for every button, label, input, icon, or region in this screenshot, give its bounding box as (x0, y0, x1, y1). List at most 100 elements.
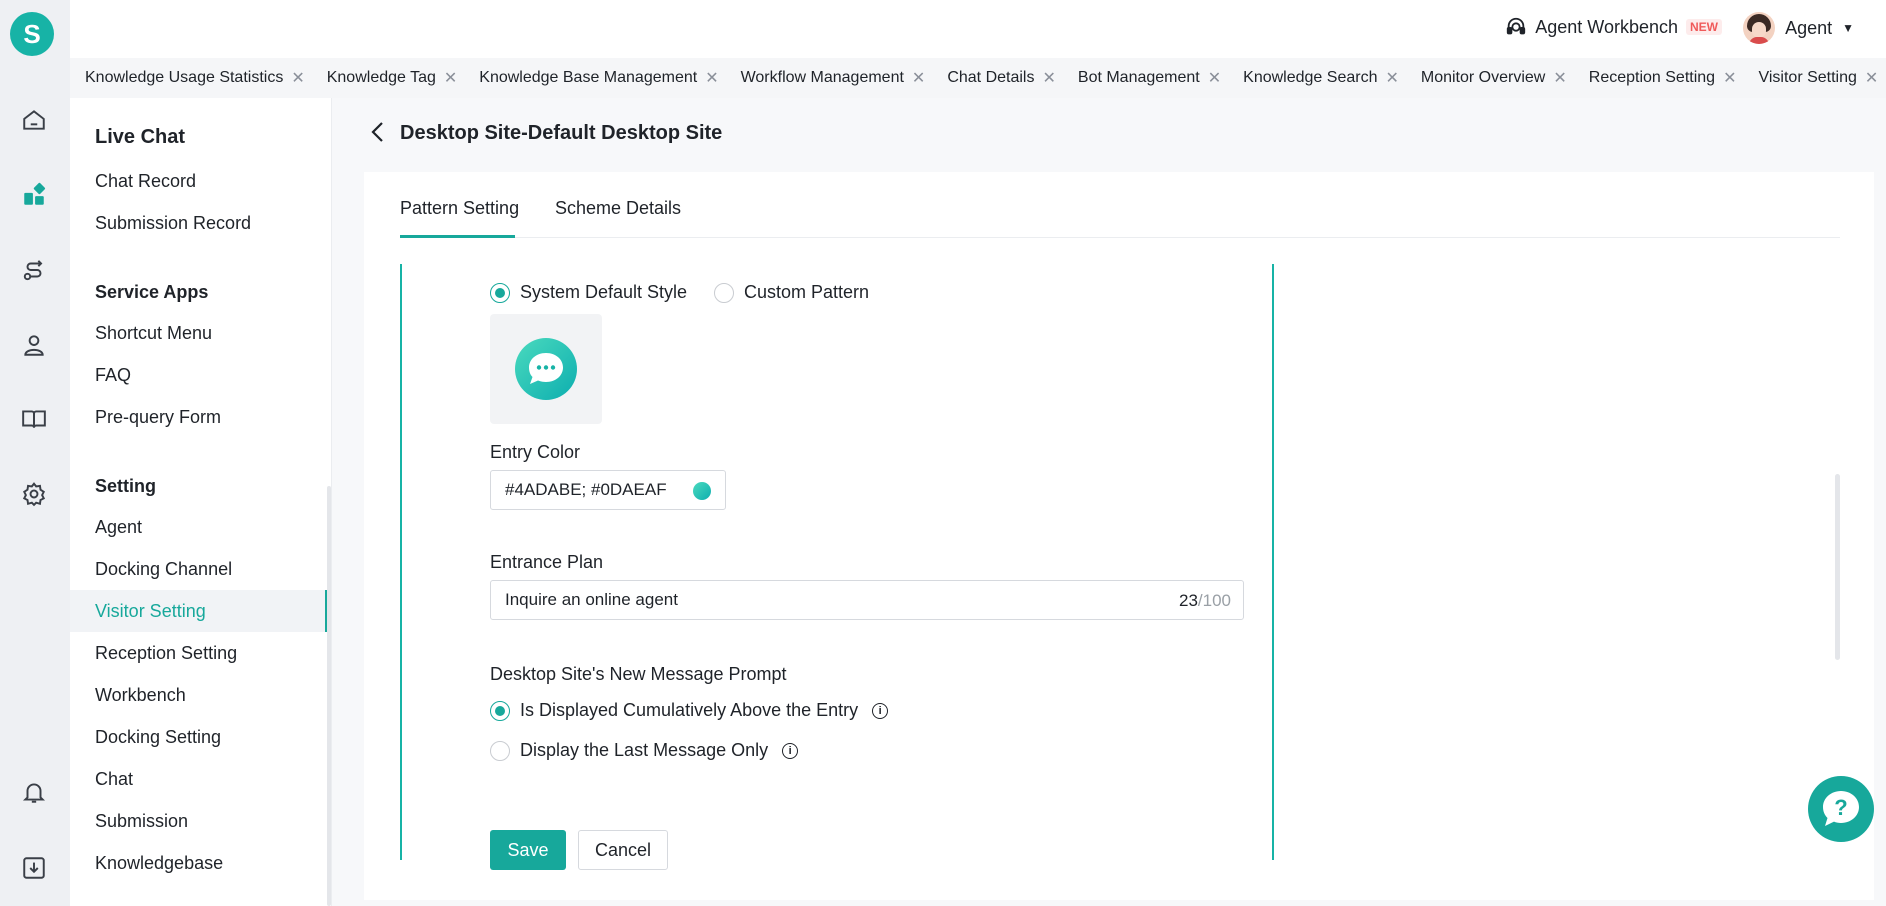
sidebar-item-chat-record[interactable]: Chat Record (70, 160, 328, 202)
close-icon[interactable]: ✕ (1865, 68, 1878, 88)
tab-label: Reception Setting (1588, 69, 1716, 86)
radio-button[interactable] (490, 282, 510, 303)
close-icon[interactable]: ✕ (291, 68, 304, 88)
option-label: Custom Pattern (744, 282, 870, 302)
close-icon[interactable]: ✕ (1208, 68, 1221, 88)
apps-icon[interactable] (20, 181, 48, 209)
tab-monitor-overview[interactable]: Monitor Overview ✕ (1421, 68, 1567, 88)
sidebar-item-reception-setting[interactable]: Reception Setting (70, 632, 328, 674)
close-icon[interactable]: ✕ (1723, 68, 1736, 88)
routing-icon[interactable] (20, 256, 48, 284)
headset-icon (1507, 17, 1526, 35)
settings-panel: Pattern Setting Scheme Details System De… (364, 172, 1874, 900)
sidebar-item-docking-channel[interactable]: Docking Channel (70, 548, 328, 590)
tab-workflow-management[interactable]: Workflow Management ✕ (741, 68, 926, 88)
sidebar-item-faq[interactable]: FAQ (70, 354, 328, 396)
info-icon[interactable]: i (872, 702, 889, 719)
char-max: /100 (1197, 591, 1231, 610)
top-bar: Agent Workbench NEW Agent ▼ (70, 0, 1886, 58)
sidebar-item-pre-query-form[interactable]: Pre-query Form (70, 396, 328, 438)
svg-text:?: ? (1834, 795, 1847, 820)
chat-bubble-icon (515, 338, 577, 400)
home-icon[interactable] (20, 106, 48, 134)
settings-gear-icon[interactable] (20, 480, 48, 508)
user-menu[interactable]: Agent ▼ (1743, 12, 1854, 44)
tab-knowledge-search[interactable]: Knowledge Search ✕ (1243, 68, 1399, 88)
sidebar-group-service-apps: Service Apps (95, 282, 209, 302)
sidebar-item-chat[interactable]: Chat (70, 758, 328, 800)
radio-button[interactable] (490, 700, 510, 721)
sidebar-item-docking-setting[interactable]: Docking Setting (70, 716, 328, 758)
knowledge-book-icon[interactable] (20, 405, 48, 433)
option-label: Display the Last Message Only (520, 740, 769, 760)
back-arrow-icon[interactable] (368, 120, 388, 144)
tab-label: Workflow Management (740, 69, 904, 86)
help-button[interactable]: ? (1808, 776, 1874, 842)
tab-label: Knowledge Usage Statistics (85, 69, 284, 86)
option-label: Is Displayed Cumulatively Above the Entr… (520, 700, 859, 720)
prompt-option-cumulative[interactable]: Is Displayed Cumulatively Above the Entr… (490, 700, 889, 721)
tab-visitor-setting[interactable]: Visitor Setting ✕ (1758, 68, 1878, 88)
radio-button[interactable] (490, 740, 510, 761)
sidebar-item-submission-record[interactable]: Submission Record (70, 202, 328, 244)
tab-pattern-setting[interactable]: Pattern Setting (400, 198, 519, 219)
agent-icon[interactable] (20, 331, 48, 359)
tab-label: Monitor Overview (1420, 69, 1546, 86)
sidebar-item-knowledgebase[interactable]: Knowledgebase (70, 842, 328, 884)
tab-label: Knowledge Base Management (479, 69, 698, 86)
tab-scheme-details[interactable]: Scheme Details (555, 198, 681, 219)
sidebar-scrollbar[interactable] (327, 486, 331, 906)
entrance-plan-label: Entrance Plan (490, 552, 604, 572)
option-label: System Default Style (520, 282, 688, 302)
sidebar-group-live-chat: Live Chat (95, 126, 186, 148)
active-tab-indicator (400, 235, 515, 238)
workbench-label: Agent Workbench (1535, 16, 1678, 37)
tab-label: Knowledge Tag (326, 69, 436, 86)
close-icon[interactable]: ✕ (912, 68, 925, 88)
close-icon[interactable]: ✕ (705, 68, 718, 88)
close-icon[interactable]: ✕ (1385, 68, 1398, 88)
entry-color-input[interactable]: #4ADABE; #0DAEAF (490, 470, 726, 510)
sidebar-item-workbench[interactable]: Workbench (70, 674, 328, 716)
style-option-custom-pattern[interactable]: Custom Pattern (714, 282, 869, 303)
sidebar-item-shortcut-menu[interactable]: Shortcut Menu (70, 312, 328, 354)
char-count: 23 (1178, 591, 1198, 610)
caret-down-icon: ▼ (1842, 21, 1854, 35)
prompt-option-last-only[interactable]: Display the Last Message Only i (490, 740, 799, 761)
radio-button[interactable] (714, 282, 734, 303)
new-message-prompt-label: Desktop Site's New Message Prompt (490, 664, 787, 684)
app-logo[interactable]: S (10, 12, 54, 56)
cancel-button[interactable]: Cancel (578, 830, 668, 870)
agent-workbench-link[interactable]: Agent Workbench NEW (1505, 16, 1722, 38)
new-badge: NEW (1686, 19, 1722, 35)
tab-bot-management[interactable]: Bot Management ✕ (1078, 68, 1221, 88)
entrance-plan-input[interactable]: Inquire an online agent 23/100 (490, 580, 1244, 620)
sidebar-group-setting: Setting (95, 476, 156, 496)
sidebar-item-agent[interactable]: Agent (70, 506, 328, 548)
content-scrollbar[interactable] (1835, 474, 1840, 660)
close-icon[interactable]: ✕ (1553, 68, 1566, 88)
notification-bell-icon[interactable] (20, 778, 48, 806)
page-title: Desktop Site-Default Desktop Site (400, 122, 723, 144)
close-icon[interactable]: ✕ (444, 68, 457, 88)
style-option-system-default[interactable]: System Default Style (490, 282, 687, 303)
entrance-plan-value: Inquire an online agent (505, 590, 678, 609)
download-icon[interactable] (20, 854, 48, 882)
tab-chat-details[interactable]: Chat Details ✕ (947, 68, 1056, 88)
tab-knowledge-usage-statistics[interactable]: Knowledge Usage Statistics ✕ (85, 68, 305, 88)
info-icon[interactable]: i (782, 742, 799, 759)
color-swatch[interactable] (693, 482, 711, 500)
tab-label: Knowledge Search (1243, 69, 1378, 86)
save-button[interactable]: Save (490, 830, 566, 870)
close-icon[interactable]: ✕ (1042, 68, 1055, 88)
tab-label: Chat Details (947, 69, 1035, 86)
tab-knowledge-tag[interactable]: Knowledge Tag ✕ (327, 68, 458, 88)
subtabs: Pattern Setting Scheme Details (400, 172, 1840, 238)
sidebar-item-visitor-setting[interactable]: Visitor Setting (70, 590, 328, 632)
tab-knowledge-base-management[interactable]: Knowledge Base Management ✕ (479, 68, 718, 88)
sidebar-item-submission[interactable]: Submission (70, 800, 328, 842)
tab-reception-setting[interactable]: Reception Setting ✕ (1589, 68, 1737, 88)
entry-preview (490, 314, 602, 424)
main-content: Desktop Site-Default Desktop Site Patter… (332, 98, 1886, 906)
open-tabs-bar: Knowledge Usage Statistics ✕ Knowledge Ta… (70, 58, 1886, 98)
